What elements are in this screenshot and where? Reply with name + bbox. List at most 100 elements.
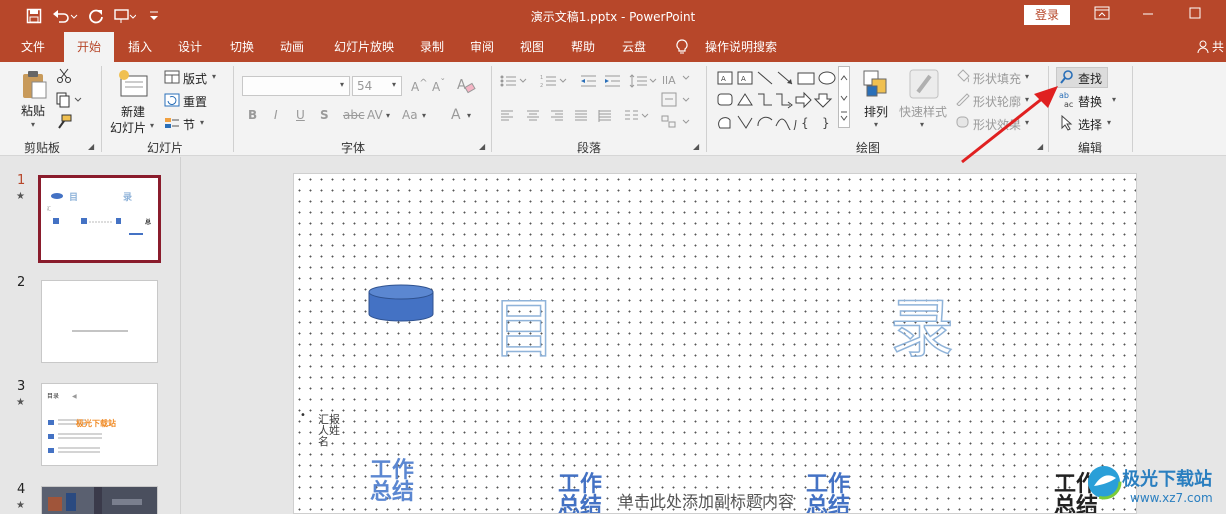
select-button[interactable]: 选择 bbox=[1078, 116, 1102, 133]
paragraph-launcher-icon[interactable]: ◢ bbox=[693, 142, 699, 151]
slide-thumbnail-4[interactable] bbox=[41, 486, 158, 514]
align-left-icon[interactable] bbox=[500, 110, 514, 125]
clipboard-launcher-icon[interactable]: ◢ bbox=[88, 142, 94, 151]
font-launcher-icon[interactable]: ◢ bbox=[479, 142, 485, 151]
paste-dropdown-icon[interactable]: ▾ bbox=[31, 120, 35, 129]
shadow-button[interactable]: S bbox=[320, 108, 329, 122]
decrease-font-size-icon[interactable]: Aˇ bbox=[432, 78, 445, 94]
new-slide-label-2[interactable]: 幻灯片 bbox=[110, 119, 146, 136]
font-name-dropdown-icon[interactable]: ▾ bbox=[340, 80, 344, 89]
new-slide-button[interactable]: 新建 bbox=[121, 103, 145, 120]
slide-canvas[interactable]: 目 录 • 汇报人姓名 工作总结 工作总结 单击此处添加副标题内容 工作总结 工… bbox=[293, 173, 1137, 514]
svg-text:◀: ◀ bbox=[72, 393, 77, 400]
shapes-gallery[interactable]: A A { } ☆ bbox=[716, 70, 852, 133]
text-direction-icon[interactable]: llA bbox=[661, 70, 691, 91]
reporter-name-text[interactable]: 汇报人姓名 bbox=[318, 414, 344, 447]
change-case-button[interactable]: Aa bbox=[402, 108, 418, 122]
copy-icon[interactable] bbox=[56, 92, 82, 111]
quick-styles-button[interactable]: 快速样式 bbox=[899, 103, 947, 120]
new-slide-dropdown-icon[interactable]: ▾ bbox=[150, 121, 154, 130]
tab-home[interactable]: 开始 bbox=[64, 32, 114, 62]
wordart-work-summary-2[interactable]: 工作总结 bbox=[558, 474, 608, 514]
replace-dropdown-icon[interactable]: ▾ bbox=[1112, 95, 1116, 104]
underline-button[interactable]: U bbox=[296, 108, 305, 122]
reset-button[interactable]: 重置 bbox=[183, 93, 207, 110]
layout-button[interactable]: 版式 bbox=[183, 70, 207, 87]
paste-button[interactable]: 粘贴 bbox=[21, 102, 45, 119]
arrange-dropdown-icon[interactable]: ▾ bbox=[874, 120, 878, 129]
tab-slideshow[interactable]: 幻灯片放映 bbox=[326, 32, 402, 62]
quick-styles-icon[interactable] bbox=[908, 68, 940, 103]
bullets-icon[interactable] bbox=[500, 74, 536, 91]
tab-file[interactable]: 文件 bbox=[10, 32, 56, 62]
change-case-dropdown-icon[interactable]: ▾ bbox=[422, 111, 426, 120]
increase-font-size-icon[interactable]: A^ bbox=[411, 78, 428, 94]
bold-button[interactable]: B bbox=[248, 108, 257, 122]
font-name-combo[interactable] bbox=[242, 76, 350, 96]
maximize-icon[interactable] bbox=[1185, 6, 1205, 26]
title-char-mu[interactable]: 目 bbox=[491, 278, 557, 370]
title-char-lu[interactable]: 录 bbox=[889, 278, 955, 370]
slides-group-label: 幻灯片 bbox=[147, 141, 184, 155]
slide-thumbnail-3[interactable]: 目录 ◀ 极光下载站 bbox=[41, 383, 158, 466]
tab-view[interactable]: 视图 bbox=[510, 32, 554, 62]
tab-insert[interactable]: 插入 bbox=[118, 32, 162, 62]
tab-share[interactable]: 共 bbox=[1210, 32, 1226, 62]
cut-icon[interactable] bbox=[56, 68, 72, 87]
italic-button[interactable]: I bbox=[274, 108, 278, 122]
align-right-icon[interactable] bbox=[550, 110, 564, 125]
subtitle-placeholder[interactable]: 单击此处添加副标题内容 bbox=[618, 488, 794, 512]
login-button[interactable]: 登录 bbox=[1024, 5, 1070, 25]
title-bar: 演示文稿1.pptx - PowerPoint 登录 bbox=[0, 0, 1226, 32]
paste-icon[interactable] bbox=[20, 70, 48, 103]
section-dropdown-icon[interactable]: ▾ bbox=[200, 118, 204, 127]
font-color-dropdown-icon[interactable]: ▾ bbox=[467, 111, 471, 120]
quick-styles-dropdown-icon[interactable]: ▾ bbox=[920, 120, 924, 129]
tab-animations[interactable]: 动画 bbox=[270, 32, 314, 62]
layout-dropdown-icon[interactable]: ▾ bbox=[212, 72, 216, 81]
tab-record[interactable]: 录制 bbox=[410, 32, 454, 62]
justify-icon[interactable] bbox=[574, 110, 588, 125]
pane-splitter[interactable] bbox=[180, 157, 181, 514]
minimize-icon[interactable] bbox=[1138, 6, 1158, 26]
tab-transitions[interactable]: 切换 bbox=[220, 32, 264, 62]
tell-me-search[interactable]: 操作说明搜索 bbox=[696, 32, 786, 62]
shapes-gallery-scroll[interactable] bbox=[838, 66, 850, 131]
character-spacing-dropdown-icon[interactable]: ▾ bbox=[386, 111, 390, 120]
clear-formatting-icon[interactable]: A bbox=[456, 76, 476, 97]
tab-review[interactable]: 审阅 bbox=[460, 32, 504, 62]
columns-icon[interactable] bbox=[624, 110, 654, 125]
decrease-indent-icon[interactable] bbox=[580, 74, 598, 91]
distributed-icon[interactable] bbox=[598, 110, 612, 125]
wordart-work-summary-1[interactable]: 工作总结 bbox=[370, 460, 418, 504]
smartart-icon[interactable] bbox=[661, 114, 691, 133]
character-spacing-button[interactable]: AV bbox=[367, 108, 383, 122]
select-dropdown-icon[interactable]: ▾ bbox=[1107, 118, 1111, 127]
cylinder-shape[interactable] bbox=[368, 284, 434, 324]
tab-cloud[interactable]: 云盘 bbox=[612, 32, 656, 62]
increase-indent-icon[interactable] bbox=[604, 74, 622, 91]
arrange-button[interactable]: 排列 bbox=[864, 103, 888, 120]
find-button[interactable]: 查找 bbox=[1078, 70, 1102, 87]
line-spacing-icon[interactable] bbox=[629, 74, 657, 91]
watermark-brand: 极光下载站 bbox=[1122, 469, 1212, 490]
wordart-work-summary-3[interactable]: 工作总结 bbox=[806, 474, 856, 514]
replace-button[interactable]: 替换 bbox=[1078, 93, 1102, 110]
slide-thumbnail-1[interactable]: 目 录 总 汇 bbox=[38, 175, 161, 263]
align-text-icon[interactable] bbox=[661, 92, 691, 111]
new-slide-icon[interactable] bbox=[117, 68, 149, 103]
slide-thumbnail-2[interactable] bbox=[41, 280, 158, 363]
section-button[interactable]: 节 bbox=[183, 116, 195, 133]
format-painter-icon[interactable] bbox=[56, 114, 72, 133]
ribbon-display-options-icon[interactable] bbox=[1092, 6, 1112, 26]
tab-design[interactable]: 设计 bbox=[168, 32, 212, 62]
arrange-icon[interactable] bbox=[863, 70, 891, 103]
numbering-icon[interactable]: 12 bbox=[540, 74, 576, 91]
tab-help[interactable]: 帮助 bbox=[561, 32, 605, 62]
font-size-dropdown-icon[interactable]: ▾ bbox=[392, 80, 396, 89]
font-color-button[interactable]: A bbox=[451, 107, 461, 123]
animation-star-icon: ★ bbox=[16, 500, 25, 511]
svg-text:总: 总 bbox=[145, 218, 151, 226]
strikethrough-button[interactable]: abc bbox=[343, 108, 365, 122]
align-center-icon[interactable] bbox=[526, 110, 540, 125]
